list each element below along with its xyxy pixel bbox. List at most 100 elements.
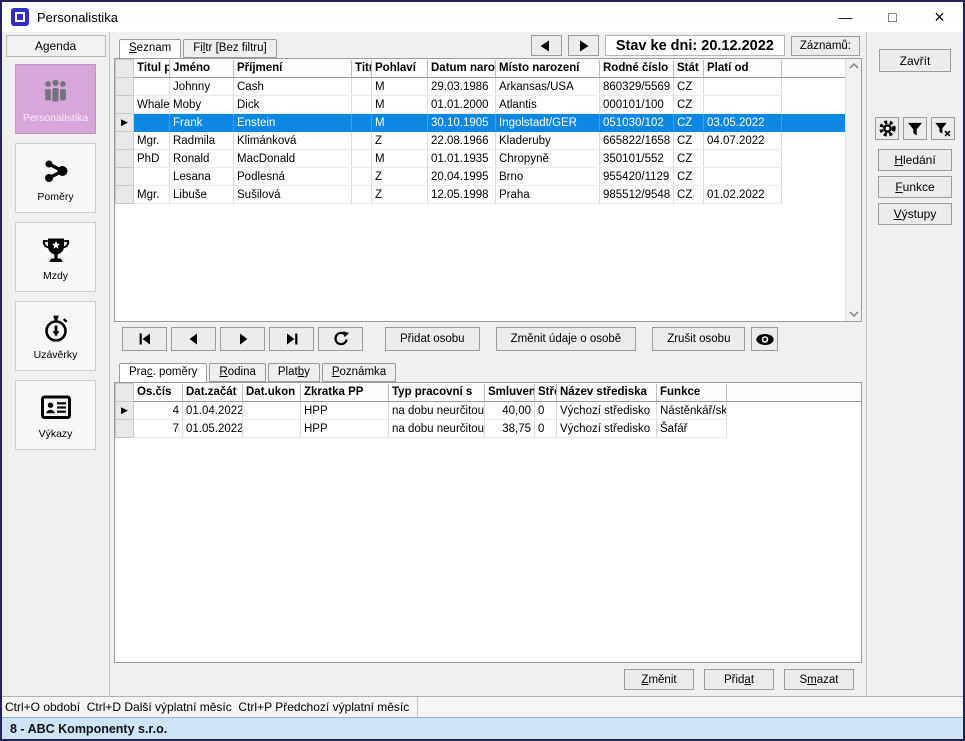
grid-cell[interactable] bbox=[704, 78, 782, 96]
grid-cell[interactable] bbox=[134, 78, 170, 96]
grid-cell[interactable]: 29.03.1986 bbox=[428, 78, 496, 96]
tab-poznamka[interactable]: Poznámka bbox=[322, 363, 396, 382]
tab-rodina[interactable]: Rodina bbox=[209, 363, 265, 382]
sidebar-item-personalistika[interactable]: Personalistika bbox=[15, 64, 96, 134]
add-contract-button[interactable]: Přidat bbox=[704, 669, 774, 690]
grid-cell[interactable]: 01.01.1935 bbox=[428, 150, 496, 168]
grid-cell[interactable]: CZ bbox=[674, 132, 704, 150]
grid-cell[interactable]: M bbox=[372, 114, 428, 132]
settings-button[interactable] bbox=[875, 117, 899, 140]
row-selector[interactable]: ▶ bbox=[116, 114, 134, 132]
grid-cell[interactable]: Radmila bbox=[170, 132, 234, 150]
grid-cell[interactable]: CZ bbox=[674, 96, 704, 114]
close-agenda-button[interactable]: Zavřít bbox=[879, 49, 951, 72]
column-header[interactable]: Jméno bbox=[170, 60, 234, 78]
grid-cell[interactable] bbox=[134, 168, 170, 186]
grid-cell[interactable]: HPP bbox=[301, 420, 389, 438]
grid-cell[interactable]: Ingolstadt/GER bbox=[496, 114, 600, 132]
select-all-corner[interactable] bbox=[116, 384, 134, 402]
grid-cell[interactable]: 20.04.1995 bbox=[428, 168, 496, 186]
grid-cell[interactable]: Výchozí středisko bbox=[557, 420, 657, 438]
search-button[interactable]: Hledání bbox=[878, 149, 952, 171]
row-selector[interactable] bbox=[116, 168, 134, 186]
grid-cell[interactable]: Libuše bbox=[170, 186, 234, 204]
row-selector[interactable]: ▶ bbox=[116, 402, 134, 420]
grid-cell[interactable] bbox=[243, 402, 301, 420]
next-record-button[interactable] bbox=[220, 327, 265, 351]
row-selector[interactable] bbox=[116, 96, 134, 114]
grid-cell[interactable]: Nástěnkář/sk bbox=[657, 402, 727, 420]
grid-cell[interactable]: na dobu neurčitou bbox=[389, 420, 485, 438]
grid-cell[interactable]: 860329/5569 bbox=[600, 78, 674, 96]
first-record-button[interactable] bbox=[122, 327, 167, 351]
grid-cell[interactable] bbox=[352, 114, 372, 132]
table-row[interactable]: JohnnyCashM29.03.1986Arkansas/USA860329/… bbox=[116, 78, 862, 96]
records-count-button[interactable]: Záznamů: bbox=[791, 36, 860, 56]
table-row[interactable]: 701.05.2022HPPna dobu neurčitou38,750Výc… bbox=[116, 420, 862, 438]
grid-cell[interactable]: Z bbox=[372, 186, 428, 204]
grid-cell[interactable] bbox=[704, 96, 782, 114]
outputs-button[interactable]: Výstupy bbox=[878, 203, 952, 225]
row-selector[interactable] bbox=[116, 78, 134, 96]
vertical-scrollbar[interactable] bbox=[845, 59, 861, 321]
close-icon[interactable]: × bbox=[916, 2, 963, 32]
column-header[interactable]: Titul př bbox=[134, 60, 170, 78]
sidebar-item-uzaverky[interactable]: Uzávěrky bbox=[15, 301, 96, 371]
grid-cell[interactable]: 38,75 bbox=[485, 420, 535, 438]
grid-cell[interactable]: 01.04.2022 bbox=[183, 402, 243, 420]
grid-cell[interactable]: Lesana bbox=[170, 168, 234, 186]
change-contract-button[interactable]: Změnit bbox=[624, 669, 694, 690]
grid-cell[interactable]: 01.01.2000 bbox=[428, 96, 496, 114]
grid-cell[interactable]: 22.08.1966 bbox=[428, 132, 496, 150]
grid-cell[interactable]: Dick bbox=[234, 96, 352, 114]
grid-cell[interactable]: Ronald bbox=[170, 150, 234, 168]
column-header[interactable]: Dat.ukon bbox=[243, 384, 301, 402]
grid-cell[interactable] bbox=[352, 78, 372, 96]
column-header[interactable]: Zkratka PP bbox=[301, 384, 389, 402]
tab-platby[interactable]: Platby bbox=[268, 363, 320, 382]
grid-cell[interactable]: Brno bbox=[496, 168, 600, 186]
grid-cell[interactable]: HPP bbox=[301, 402, 389, 420]
grid-cell[interactable]: 665822/1658 bbox=[600, 132, 674, 150]
column-header[interactable]: Platí od bbox=[704, 60, 782, 78]
column-header[interactable]: Typ pracovní s bbox=[389, 384, 485, 402]
grid-cell[interactable] bbox=[704, 168, 782, 186]
clear-filter-button[interactable] bbox=[931, 117, 955, 140]
grid-cell[interactable]: 350101/552 bbox=[600, 150, 674, 168]
grid-cell[interactable] bbox=[352, 168, 372, 186]
last-record-button[interactable] bbox=[269, 327, 314, 351]
column-header[interactable]: Stát bbox=[674, 60, 704, 78]
column-header[interactable]: Dat.začát bbox=[183, 384, 243, 402]
tab-filtr[interactable]: Filtr [Bez filtru] bbox=[183, 39, 277, 58]
table-row[interactable]: Mgr.RadmilaKlimánkováZ22.08.1966Kladerub… bbox=[116, 132, 862, 150]
grid-cell[interactable]: 04.07.2022 bbox=[704, 132, 782, 150]
table-row[interactable]: ▶FrankEnsteinM30.10.1905Ingolstadt/GER05… bbox=[116, 114, 862, 132]
grid-cell[interactable] bbox=[243, 420, 301, 438]
grid-cell[interactable]: 955420/1129 bbox=[600, 168, 674, 186]
table-row[interactable]: LesanaPodlesnáZ20.04.1995Brno955420/1129… bbox=[116, 168, 862, 186]
grid-cell[interactable]: Klimánková bbox=[234, 132, 352, 150]
grid-cell[interactable]: Mgr. bbox=[134, 186, 170, 204]
grid-cell[interactable]: 01.02.2022 bbox=[704, 186, 782, 204]
grid-cell[interactable]: M bbox=[372, 78, 428, 96]
grid-cell[interactable]: Sušilová bbox=[234, 186, 352, 204]
row-selector[interactable] bbox=[116, 420, 134, 438]
column-header[interactable]: Datum naroz bbox=[428, 60, 496, 78]
grid-cell[interactable]: 30.10.1905 bbox=[428, 114, 496, 132]
column-header[interactable]: Titu bbox=[352, 60, 372, 78]
grid-cell[interactable]: CZ bbox=[674, 186, 704, 204]
grid-cell[interactable]: CZ bbox=[674, 168, 704, 186]
column-header[interactable]: Příjmení bbox=[234, 60, 352, 78]
add-person-button[interactable]: Přidat osobu bbox=[385, 327, 480, 351]
grid-cell[interactable]: 000101/100 bbox=[600, 96, 674, 114]
table-row[interactable]: WhaleMobyDickM01.01.2000Atlantis000101/1… bbox=[116, 96, 862, 114]
grid-cell[interactable]: 0 bbox=[535, 402, 557, 420]
row-selector[interactable] bbox=[116, 150, 134, 168]
grid-cell[interactable]: Atlantis bbox=[496, 96, 600, 114]
column-header[interactable]: Název střediska bbox=[557, 384, 657, 402]
grid-cell[interactable]: Frank bbox=[170, 114, 234, 132]
grid-cell[interactable]: Šafář bbox=[657, 420, 727, 438]
delete-contract-button[interactable]: Smazat bbox=[784, 669, 854, 690]
grid-cell[interactable]: CZ bbox=[674, 114, 704, 132]
grid-cell[interactable]: MacDonald bbox=[234, 150, 352, 168]
